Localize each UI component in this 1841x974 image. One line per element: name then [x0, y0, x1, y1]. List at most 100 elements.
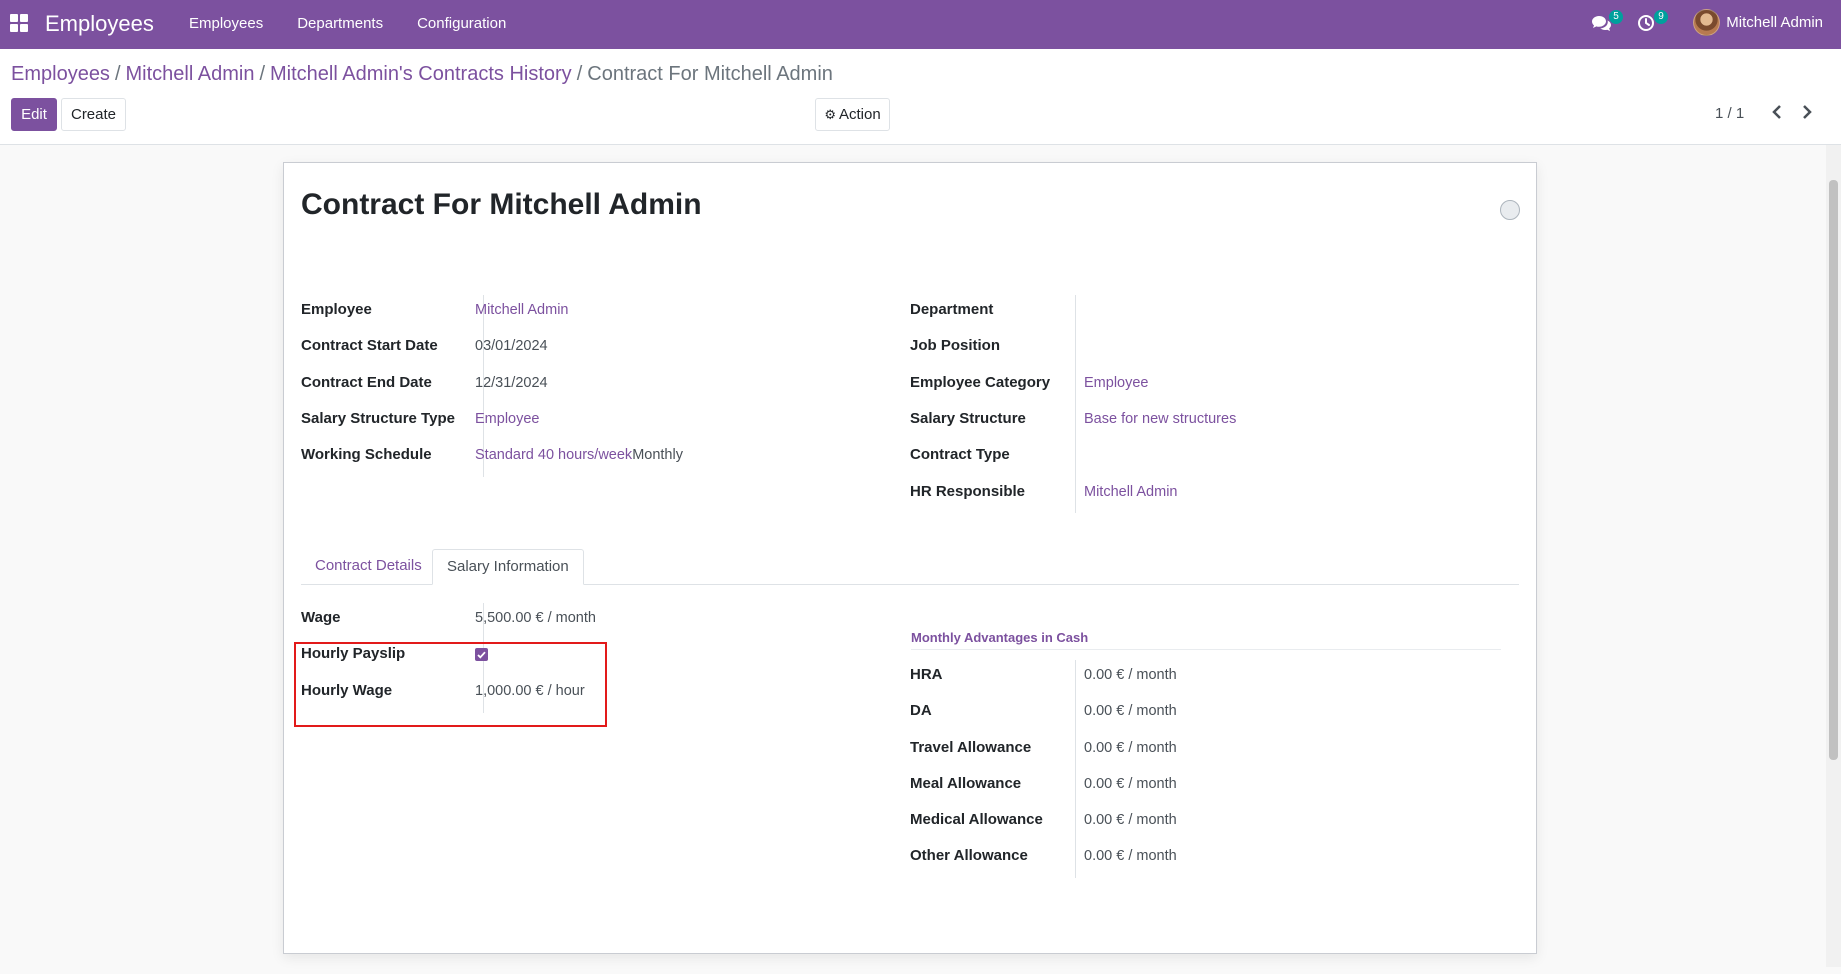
job-position-label: Job Position	[910, 337, 1000, 354]
advantage-label: Other Allowance	[910, 847, 1028, 864]
list-item: Medical Allowance 0.00 € / month	[910, 805, 1510, 837]
scrollbar[interactable]	[1826, 145, 1841, 967]
main-menu: Employees Departments Configuration	[178, 0, 529, 49]
advantage-amount: 0.00 €	[1084, 812, 1125, 828]
messages-badge: 5	[1609, 10, 1623, 24]
activity-badge: 9	[1654, 10, 1668, 24]
employee-link[interactable]: Mitchell Admin	[475, 302, 568, 318]
department-field: Department	[910, 295, 1510, 327]
advantage-value: 0.00 € / month	[1084, 812, 1177, 828]
advantage-value: 0.00 € / month	[1084, 848, 1177, 864]
advantage-value: 0.00 € / month	[1084, 703, 1177, 719]
advantage-unit: / month	[1128, 703, 1177, 719]
apps-menu-icon[interactable]	[10, 14, 28, 32]
hr-responsible-link[interactable]: Mitchell Admin	[1084, 484, 1177, 500]
working-schedule-suffix: Monthly	[632, 447, 683, 463]
salary-structure-type-link[interactable]: Employee	[475, 411, 539, 427]
working-schedule-field: Working Schedule Standard 40 hours/weekM…	[301, 440, 901, 472]
highlight-box	[294, 642, 607, 727]
contract-type-field: Contract Type	[910, 440, 1510, 472]
tab-contract-details[interactable]: Contract Details	[301, 549, 436, 585]
breadcrumb-separator: /	[114, 63, 121, 85]
list-item: Other Allowance 0.00 € / month	[910, 841, 1510, 873]
form-tabs: Contract Details Salary Information	[301, 549, 1519, 585]
breadcrumb-current: Contract For Mitchell Admin	[587, 63, 833, 85]
tab-salary-information[interactable]: Salary Information	[432, 549, 584, 585]
user-name: Mitchell Admin	[1726, 14, 1823, 31]
section-divider	[911, 649, 1501, 650]
advantage-label: Travel Allowance	[910, 739, 1032, 756]
activity-clock-icon[interactable]: 9	[1637, 10, 1668, 34]
form-sheet: Contract For Mitchell Admin Employee Mit…	[283, 162, 1537, 954]
working-schedule-label: Working Schedule	[301, 446, 432, 463]
contract-title: Contract For Mitchell Admin	[301, 188, 702, 221]
breadcrumb: Employees / Mitchell Admin / Mitchell Ad…	[11, 63, 833, 86]
wage-field: Wage 5,500.00 € / month	[301, 603, 901, 635]
status-indicator[interactable]	[1500, 200, 1520, 220]
pager-value[interactable]: 1 / 1	[1715, 105, 1744, 122]
advantage-amount: 0.00 €	[1084, 848, 1125, 864]
advantages-section-title: Monthly Advantages in Cash	[911, 630, 1089, 645]
list-item: HRA 0.00 € / month	[910, 660, 1510, 692]
advantage-value: 0.00 € / month	[1084, 776, 1177, 792]
employee-category-link[interactable]: Employee	[1084, 375, 1148, 391]
salary-structure-field: Salary Structure Base for new structures	[910, 404, 1510, 436]
contract-type-label: Contract Type	[910, 446, 1010, 463]
advantage-unit: / month	[1128, 776, 1177, 792]
chevron-left-icon	[1772, 105, 1781, 119]
hr-responsible-label: HR Responsible	[910, 483, 1026, 500]
contract-end-value: 12/31/2024	[475, 375, 548, 391]
contract-start-label: Contract Start Date	[301, 337, 438, 354]
advantage-amount: 0.00 €	[1084, 667, 1125, 683]
user-menu[interactable]: Mitchell Admin	[1693, 9, 1823, 36]
job-position-field: Job Position	[910, 331, 1510, 363]
chevron-right-icon	[1803, 105, 1812, 119]
salary-structure-label: Salary Structure	[910, 410, 1026, 427]
contract-end-field: Contract End Date 12/31/2024	[301, 368, 901, 400]
action-button[interactable]: ⚙ Action	[815, 98, 890, 131]
menu-item-departments[interactable]: Departments	[286, 0, 394, 49]
breadcrumb-employees[interactable]: Employees	[11, 63, 110, 86]
advantage-unit: / month	[1128, 667, 1177, 683]
advantage-amount: 0.00 €	[1084, 776, 1125, 792]
edit-button[interactable]: Edit	[11, 98, 57, 131]
create-button[interactable]: Create	[61, 98, 126, 131]
form-content: Contract For Mitchell Admin Employee Mit…	[0, 145, 1841, 974]
employee-field: Employee Mitchell Admin	[301, 295, 901, 327]
salary-structure-type-label: Salary Structure Type	[301, 410, 455, 427]
scrollbar-thumb[interactable]	[1829, 180, 1838, 760]
action-label: Action	[838, 106, 881, 123]
pager-next-button[interactable]	[1801, 104, 1819, 124]
wage-label: Wage	[301, 609, 341, 626]
advantage-value: 0.00 € / month	[1084, 740, 1177, 756]
employee-label: Employee	[301, 301, 372, 318]
menu-item-configuration[interactable]: Configuration	[406, 0, 517, 49]
advantage-amount: 0.00 €	[1084, 740, 1125, 756]
top-navbar: Employees Employees Departments Configur…	[0, 0, 1841, 49]
wage-amount: 5,500.00 €	[475, 610, 544, 626]
advantage-label: Medical Allowance	[910, 811, 1043, 828]
messages-icon[interactable]: 5	[1592, 10, 1623, 34]
advantage-amount: 0.00 €	[1084, 703, 1125, 719]
breadcrumb-contracts-history[interactable]: Mitchell Admin's Contracts History	[270, 63, 572, 86]
employee-category-label: Employee Category	[910, 374, 1051, 391]
salary-structure-type-field: Salary Structure Type Employee	[301, 404, 901, 436]
advantage-unit: / month	[1128, 740, 1177, 756]
working-schedule-value: Standard 40 hours/weekMonthly	[475, 447, 683, 463]
app-name[interactable]: Employees	[45, 11, 154, 37]
salary-structure-link[interactable]: Base for new structures	[1084, 411, 1236, 427]
working-schedule-link[interactable]: Standard 40 hours/week	[475, 447, 632, 463]
contract-start-value: 03/01/2024	[475, 338, 548, 354]
menu-item-employees[interactable]: Employees	[178, 0, 274, 49]
control-panel: Employees / Mitchell Admin / Mitchell Ad…	[0, 49, 1841, 145]
breadcrumb-separator: /	[576, 63, 583, 85]
breadcrumb-employee[interactable]: Mitchell Admin	[126, 63, 255, 86]
list-item: DA 0.00 € / month	[910, 696, 1510, 728]
gear-icon: ⚙	[824, 106, 836, 122]
wage-unit: / month	[547, 610, 596, 626]
advantage-value: 0.00 € / month	[1084, 667, 1177, 683]
contract-end-label: Contract End Date	[301, 374, 432, 391]
pager-previous-button[interactable]	[1771, 104, 1789, 124]
wage-value: 5,500.00 € / month	[475, 610, 596, 626]
list-item: Travel Allowance 0.00 € / month	[910, 733, 1510, 765]
